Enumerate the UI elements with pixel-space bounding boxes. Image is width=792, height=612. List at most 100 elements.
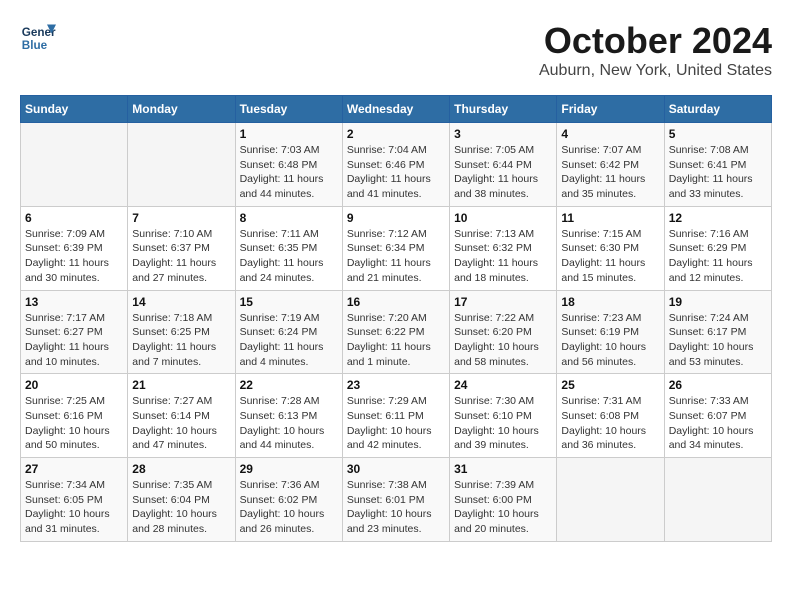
daylight-text: Daylight: 11 hours and 44 minutes. <box>240 172 338 201</box>
calendar-cell: 13Sunrise: 7:17 AMSunset: 6:27 PMDayligh… <box>21 290 128 374</box>
day-info: Sunrise: 7:08 AMSunset: 6:41 PMDaylight:… <box>669 143 767 202</box>
calendar-cell: 7Sunrise: 7:10 AMSunset: 6:37 PMDaylight… <box>128 206 235 290</box>
page-header: General Blue General Blue October 2024 A… <box>20 20 772 80</box>
sunrise-text: Sunrise: 7:19 AM <box>240 311 338 326</box>
sunrise-text: Sunrise: 7:10 AM <box>132 227 230 242</box>
day-info: Sunrise: 7:09 AMSunset: 6:39 PMDaylight:… <box>25 227 123 286</box>
calendar-cell: 26Sunrise: 7:33 AMSunset: 6:07 PMDayligh… <box>664 374 771 458</box>
day-info: Sunrise: 7:12 AMSunset: 6:34 PMDaylight:… <box>347 227 445 286</box>
calendar-week-1: 1Sunrise: 7:03 AMSunset: 6:48 PMDaylight… <box>21 123 772 207</box>
day-number: 6 <box>25 211 123 225</box>
day-info: Sunrise: 7:24 AMSunset: 6:17 PMDaylight:… <box>669 311 767 370</box>
daylight-text: Daylight: 11 hours and 27 minutes. <box>132 256 230 285</box>
calendar-cell: 17Sunrise: 7:22 AMSunset: 6:20 PMDayligh… <box>450 290 557 374</box>
sunrise-text: Sunrise: 7:36 AM <box>240 478 338 493</box>
sunset-text: Sunset: 6:30 PM <box>561 241 659 256</box>
day-info: Sunrise: 7:07 AMSunset: 6:42 PMDaylight:… <box>561 143 659 202</box>
day-number: 16 <box>347 295 445 309</box>
daylight-text: Daylight: 10 hours and 44 minutes. <box>240 424 338 453</box>
daylight-text: Daylight: 10 hours and 23 minutes. <box>347 507 445 536</box>
calendar-week-3: 13Sunrise: 7:17 AMSunset: 6:27 PMDayligh… <box>21 290 772 374</box>
sunset-text: Sunset: 6:13 PM <box>240 409 338 424</box>
calendar-cell: 21Sunrise: 7:27 AMSunset: 6:14 PMDayligh… <box>128 374 235 458</box>
day-number: 15 <box>240 295 338 309</box>
day-info: Sunrise: 7:31 AMSunset: 6:08 PMDaylight:… <box>561 394 659 453</box>
calendar-table: SundayMondayTuesdayWednesdayThursdayFrid… <box>20 95 772 542</box>
day-info: Sunrise: 7:13 AMSunset: 6:32 PMDaylight:… <box>454 227 552 286</box>
sunset-text: Sunset: 6:48 PM <box>240 158 338 173</box>
calendar-cell: 6 Sunrise: 7:09 AMSunset: 6:39 PMDaylight… <box>21 206 128 290</box>
daylight-text: Daylight: 10 hours and 53 minutes. <box>669 340 767 369</box>
day-info: Sunrise: 7:30 AMSunset: 6:10 PMDaylight:… <box>454 394 552 453</box>
day-number: 22 <box>240 378 338 392</box>
daylight-text: Daylight: 11 hours and 33 minutes. <box>669 172 767 201</box>
calendar-cell: 27Sunrise: 7:34 AMSunset: 6:05 PMDayligh… <box>21 458 128 542</box>
sunrise-text: Sunrise: 7:17 AM <box>25 311 123 326</box>
day-info: Sunrise: 7:34 AMSunset: 6:05 PMDaylight:… <box>25 478 123 537</box>
calendar-cell: 14Sunrise: 7:18 AMSunset: 6:25 PMDayligh… <box>128 290 235 374</box>
daylight-text: Daylight: 10 hours and 31 minutes. <box>25 507 123 536</box>
sunset-text: Sunset: 6:10 PM <box>454 409 552 424</box>
sunrise-text: Sunrise: 7:31 AM <box>561 394 659 409</box>
sunrise-text: Sunrise: 7:07 AM <box>561 143 659 158</box>
calendar-cell: 2 Sunrise: 7:04 AMSunset: 6:46 PMDaylight… <box>342 123 449 207</box>
calendar-cell <box>557 458 664 542</box>
day-number: 10 <box>454 211 552 225</box>
calendar-week-4: 20 Sunrise: 7:25 AMSunset: 6:16 PMDayligh… <box>21 374 772 458</box>
month-title: October 2024 <box>539 20 772 62</box>
daylight-text: Daylight: 10 hours and 20 minutes. <box>454 507 552 536</box>
day-number: 2 <box>347 127 445 141</box>
day-info: Sunrise: 7:04 AMSunset: 6:46 PMDaylight:… <box>347 143 445 202</box>
day-number: 3 <box>454 127 552 141</box>
calendar-cell: 8Sunrise: 7:11 AMSunset: 6:35 PMDaylight… <box>235 206 342 290</box>
sunrise-text: Sunrise: 7:15 AM <box>561 227 659 242</box>
calendar-cell <box>664 458 771 542</box>
day-number: 11 <box>561 211 659 225</box>
calendar-cell: 20 Sunrise: 7:25 AMSunset: 6:16 PMDayligh… <box>21 374 128 458</box>
sunset-text: Sunset: 6:42 PM <box>561 158 659 173</box>
sunset-text: Sunset: 6:35 PM <box>240 241 338 256</box>
day-info: Sunrise: 7:10 AMSunset: 6:37 PMDaylight:… <box>132 227 230 286</box>
sunset-text: Sunset: 6:05 PM <box>25 493 123 508</box>
day-info: Sunrise: 7:11 AMSunset: 6:35 PMDaylight:… <box>240 227 338 286</box>
day-number: 23 <box>347 378 445 392</box>
sunrise-text: Sunrise: 7:38 AM <box>347 478 445 493</box>
sunrise-text: Sunrise: 7:39 AM <box>454 478 552 493</box>
daylight-text: Daylight: 11 hours and 30 minutes. <box>25 256 123 285</box>
sunset-text: Sunset: 6:39 PM <box>25 241 123 256</box>
day-info: Sunrise: 7:39 AMSunset: 6:00 PMDaylight:… <box>454 478 552 537</box>
daylight-text: Daylight: 10 hours and 47 minutes. <box>132 424 230 453</box>
sunrise-text: Sunrise: 7:13 AM <box>454 227 552 242</box>
weekday-header-row: SundayMondayTuesdayWednesdayThursdayFrid… <box>21 96 772 123</box>
calendar-cell: 10 Sunrise: 7:13 AMSunset: 6:32 PMDayligh… <box>450 206 557 290</box>
weekday-wednesday: Wednesday <box>342 96 449 123</box>
sunrise-text: Sunrise: 7:03 AM <box>240 143 338 158</box>
day-info: Sunrise: 7:17 AMSunset: 6:27 PMDaylight:… <box>25 311 123 370</box>
day-info: Sunrise: 7:25 AMSunset: 6:16 PMDaylight:… <box>25 394 123 453</box>
day-info: Sunrise: 7:38 AMSunset: 6:01 PMDaylight:… <box>347 478 445 537</box>
title-block: October 2024 Auburn, New York, United St… <box>539 20 772 80</box>
sunset-text: Sunset: 6:00 PM <box>454 493 552 508</box>
sunrise-text: Sunrise: 7:33 AM <box>669 394 767 409</box>
sunset-text: Sunset: 6:29 PM <box>669 241 767 256</box>
sunrise-text: Sunrise: 7:16 AM <box>669 227 767 242</box>
day-number: 20 <box>25 378 123 392</box>
sunset-text: Sunset: 6:24 PM <box>240 325 338 340</box>
weekday-friday: Friday <box>557 96 664 123</box>
day-number: 5 <box>669 127 767 141</box>
daylight-text: Daylight: 10 hours and 56 minutes. <box>561 340 659 369</box>
sunrise-text: Sunrise: 7:18 AM <box>132 311 230 326</box>
daylight-text: Daylight: 11 hours and 15 minutes. <box>561 256 659 285</box>
sunrise-text: Sunrise: 7:24 AM <box>669 311 767 326</box>
sunrise-text: Sunrise: 7:34 AM <box>25 478 123 493</box>
calendar-cell: 4Sunrise: 7:07 AMSunset: 6:42 PMDaylight… <box>557 123 664 207</box>
daylight-text: Daylight: 11 hours and 1 minute. <box>347 340 445 369</box>
sunrise-text: Sunrise: 7:30 AM <box>454 394 552 409</box>
day-number: 31 <box>454 462 552 476</box>
day-info: Sunrise: 7:33 AMSunset: 6:07 PMDaylight:… <box>669 394 767 453</box>
day-number: 17 <box>454 295 552 309</box>
calendar-cell: 5 Sunrise: 7:08 AMSunset: 6:41 PMDaylight… <box>664 123 771 207</box>
sunset-text: Sunset: 6:01 PM <box>347 493 445 508</box>
calendar-cell: 28Sunrise: 7:35 AMSunset: 6:04 PMDayligh… <box>128 458 235 542</box>
day-number: 18 <box>561 295 659 309</box>
